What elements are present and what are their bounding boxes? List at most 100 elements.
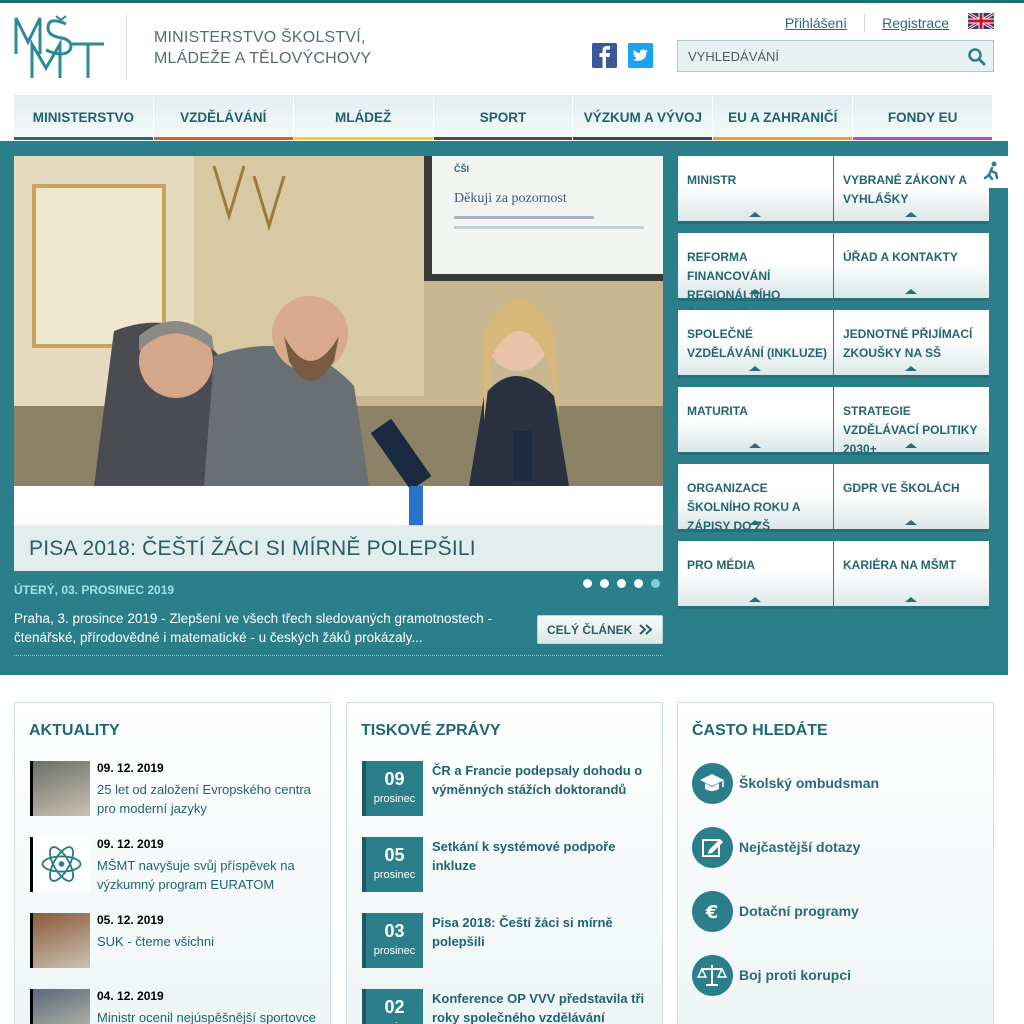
slider-dot[interactable]: [651, 579, 660, 588]
twitter-icon[interactable]: [628, 43, 653, 68]
press-title[interactable]: Pisa 2018: Čeští žáci si mírně polepšili: [432, 913, 652, 951]
register-link[interactable]: Registrace: [882, 15, 949, 31]
quick-link-tile[interactable]: SPOLEČNÉ VZDĚLÁVÁNÍ (INKLUZE): [678, 310, 833, 378]
search-input[interactable]: [678, 41, 948, 71]
quick-link-tile[interactable]: STRATEGIE VZDĚLÁVACÍ POLITIKY 2030+: [834, 387, 989, 456]
read-more-label: CELÝ ČLÁNEK: [547, 622, 633, 637]
press-title[interactable]: ČR a Francie podepsaly dohodu o výměnnýc…: [432, 761, 652, 799]
accessibility-icon[interactable]: [972, 156, 1008, 188]
frequent-link-label: Dotační programy: [739, 903, 859, 919]
caret-up-icon: [905, 597, 917, 602]
caret-up-icon: [749, 289, 761, 294]
nav-item-underline: [14, 137, 153, 140]
nav-item-label: VZDĚLÁVÁNÍ: [180, 110, 267, 125]
caret-up-icon: [905, 212, 917, 217]
hero-date: ÚTERÝ, 03. PROSINEC 2019: [14, 583, 175, 597]
hero-photo[interactable]: ČŠI Děkuji za pozornost: [14, 156, 663, 571]
nav-item-underline: [713, 137, 853, 140]
nav-item-label: FONDY EU: [887, 110, 958, 125]
slider-dots: [583, 579, 668, 588]
tile-bottom-bar: [678, 606, 833, 609]
quick-link-label: SPOLEČNÉ VZDĚLÁVÁNÍ (INKLUZE): [687, 327, 827, 360]
quick-link-tile[interactable]: ÚŘAD A KONTAKTY: [834, 233, 989, 301]
quick-link-tile[interactable]: MINISTR: [678, 156, 833, 224]
msmt-logo[interactable]: [14, 14, 112, 80]
tile-bottom-bar: [678, 298, 833, 301]
nav-item-2[interactable]: MLÁDEŽ: [293, 95, 433, 140]
nav-item-0[interactable]: MINISTERSTVO: [14, 95, 153, 140]
nav-item-underline: [153, 137, 293, 140]
press-day: 03: [384, 921, 405, 941]
news-title[interactable]: 25 let od založení Evropského centra pro…: [97, 780, 327, 818]
hero-summary: Praha, 3. prosince 2019 - Zlepšení ve vš…: [14, 611, 493, 645]
press-item[interactable]: 03 prosinec Pisa 2018: Čeští žáci si mírně…: [362, 913, 657, 973]
facebook-icon[interactable]: [592, 43, 617, 68]
hero-headline[interactable]: PISA 2018: ČEŠTÍ ŽÁCI SI MÍRNĚ POLEPŠILI: [29, 537, 476, 561]
news-title[interactable]: SUK - čteme všichni: [97, 932, 327, 951]
hero-divider: [14, 655, 663, 656]
press-item[interactable]: 02prosinec Konference OP VVV představila …: [362, 989, 657, 1024]
caret-up-icon: [749, 520, 761, 525]
nav-item-label: SPORT: [479, 110, 527, 125]
quick-link-tile[interactable]: PRO MÉDIA: [678, 541, 833, 609]
english-flag-icon[interactable]: [968, 13, 994, 29]
news-item[interactable]: 05. 12. 2019 SUK - čteme všichni: [30, 913, 330, 973]
press-heading: TISKOVÉ ZPRÁVY: [361, 722, 501, 739]
quick-link-label: PRO MÉDIA: [687, 558, 756, 572]
quick-link-label: MATURITA: [687, 404, 748, 418]
frequent-link[interactable]: Boj proti korupci: [692, 955, 972, 997]
press-date-box: 05 prosinec: [362, 837, 423, 892]
frequent-link-label: Školský ombudsman: [739, 775, 880, 791]
press-item[interactable]: 09 prosinec ČR a Francie podepsaly dohodu …: [362, 761, 657, 821]
quick-link-tile[interactable]: GDPR VE ŠKOLÁCH: [834, 464, 989, 532]
slider-dot[interactable]: [634, 579, 643, 588]
nav-item-1[interactable]: VZDĚLÁVÁNÍ: [153, 95, 293, 140]
news-title[interactable]: Ministr ocenil nejúspěšnější sportovce: [97, 1008, 327, 1024]
slider-dot[interactable]: [617, 579, 626, 588]
caret-up-icon: [749, 366, 761, 371]
frequent-link[interactable]: € Dotační programy: [692, 891, 972, 933]
press-title[interactable]: Konference OP VVV představila tři roky s…: [432, 989, 652, 1024]
quick-link-label: ORGANIZACE ŠKOLNÍHO ROKU A ZÁPISY DO ZŠ: [687, 481, 801, 533]
login-link[interactable]: Přihlášení: [785, 15, 847, 31]
press-date-box: 02prosinec: [362, 989, 423, 1024]
read-more-button[interactable]: CELÝ ČLÁNEK: [537, 615, 663, 644]
nav-item-4[interactable]: VÝZKUM A VÝVOJ: [573, 95, 713, 140]
news-date: 09. 12. 2019: [97, 837, 164, 851]
quick-link-tile[interactable]: VYBRANÉ ZÁKONY A VYHLÁŠKY: [834, 156, 989, 224]
nav-item-6[interactable]: FONDY EU: [853, 95, 993, 140]
quick-link-label: JEDNOTNÉ PŘIJÍMACÍ ZKOUŠKY NA SŠ: [843, 327, 973, 360]
nav-item-5[interactable]: EU A ZAHRANIČÍ: [713, 95, 853, 140]
quick-link-label: VYBRANÉ ZÁKONY A VYHLÁŠKY: [843, 173, 967, 206]
news-item[interactable]: 04. 12. 2019 Ministr ocenil nejúspěšnější…: [30, 989, 330, 1024]
search-box: [677, 40, 994, 72]
frequent-link[interactable]: Nejčastější dotazy: [692, 827, 972, 869]
frequent-heading: ČASTO HLEDÁTE: [692, 722, 828, 739]
frequent-link[interactable]: Školský ombudsman: [692, 763, 972, 805]
quick-link-tile[interactable]: MATURITA: [678, 387, 833, 455]
news-item[interactable]: 09. 12. 2019 MŠMT navyšuje svůj příspěvek…: [30, 837, 330, 897]
quick-link-tile[interactable]: ORGANIZACE ŠKOLNÍHO ROKU A ZÁPISY DO ZŠ: [678, 464, 833, 533]
graduation-cap-icon: [692, 763, 733, 804]
quick-link-tile[interactable]: REFORMA FINANCOVÁNÍ REGIONÁLNÍHO ŠKOLSTV…: [678, 233, 833, 321]
news-title[interactable]: MŠMT navyšuje svůj příspěvek na výzkumný…: [97, 856, 327, 894]
ministry-name-line1: MINISTERSTVO ŠKOLSTVÍ,: [154, 29, 366, 46]
photo-slide-title: Děkuji za pozornost: [454, 191, 567, 206]
quick-link-tile[interactable]: KARIÉRA NA MŠMT: [834, 541, 989, 609]
quick-link-tile[interactable]: JEDNOTNÉ PŘIJÍMACÍ ZKOUŠKY NA SŠ: [834, 310, 989, 378]
ministry-name: MINISTERSTVO ŠKOLSTVÍ, MLÁDEŽE A TĚLOVÝC…: [154, 27, 371, 69]
hero-caption[interactable]: PISA 2018: ČEŠTÍ ŽÁCI SI MÍRNĚ POLEPŠILI: [14, 525, 663, 571]
press-item[interactable]: 05 prosinec Setkání k systémové podpoře in…: [362, 837, 657, 897]
caret-up-icon: [749, 212, 761, 217]
news-date: 09. 12. 2019: [97, 761, 164, 775]
press-title[interactable]: Setkání k systémové podpoře inkluze: [432, 837, 652, 875]
frequent-panel: ČASTO HLEDÁTE Školský ombudsman Nejčastěj…: [677, 702, 994, 1024]
search-icon[interactable]: [967, 47, 986, 66]
news-item[interactable]: 09. 12. 2019 25 let od založení Evropskéh…: [30, 761, 330, 821]
nav-item-3[interactable]: SPORT: [433, 95, 573, 140]
quick-link-label: ÚŘAD A KONTAKTY: [843, 250, 958, 264]
nav-item-label: MINISTERSTVO: [32, 110, 135, 125]
slider-dot[interactable]: [600, 579, 609, 588]
tile-bottom-bar: [678, 375, 833, 378]
slider-dot[interactable]: [583, 579, 592, 588]
